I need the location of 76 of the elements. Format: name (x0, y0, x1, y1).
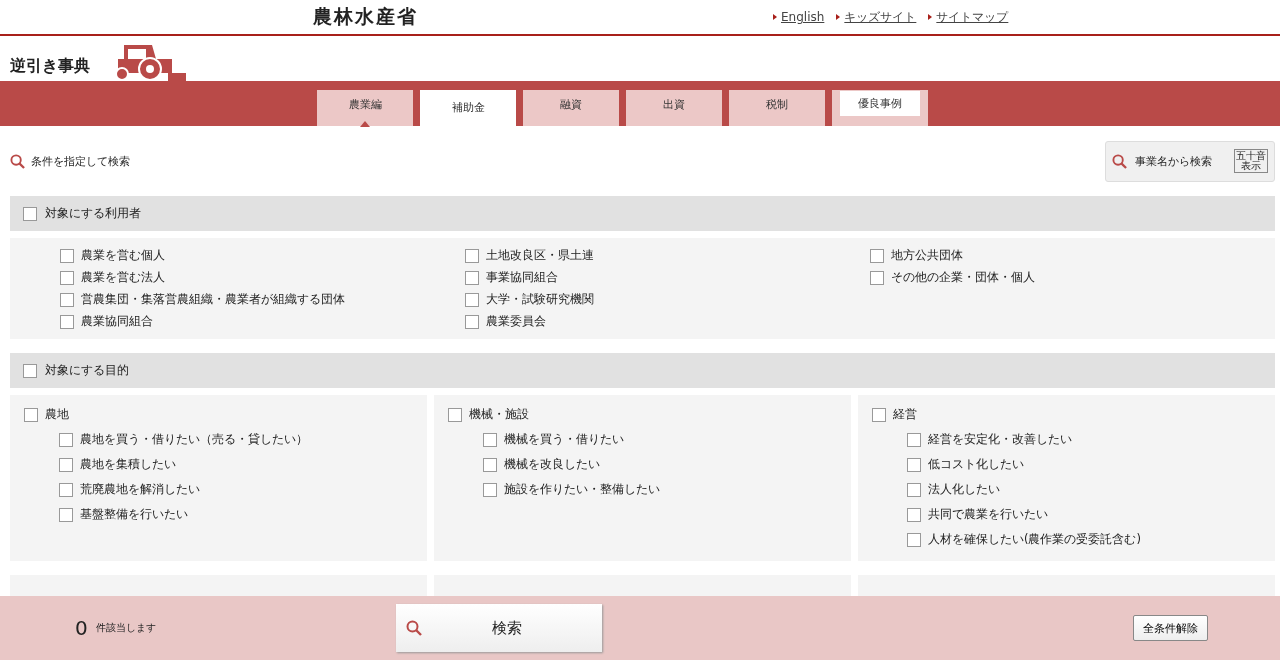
header-link[interactable]: サイトマップ (928, 8, 1009, 26)
checkbox[interactable] (465, 248, 479, 263)
checkbox[interactable] (60, 248, 74, 263)
option-label: 農業委員会 (486, 314, 546, 329)
checkbox[interactable] (907, 482, 921, 497)
checkbox[interactable] (23, 363, 37, 378)
checkbox[interactable] (872, 407, 886, 422)
search-heading: 条件を指定して検索 (10, 153, 130, 169)
option-label: 土地改良区・県土連 (486, 248, 594, 263)
option-label: 農業協同組合 (81, 314, 153, 329)
option-label: 機械を改良したい (504, 457, 600, 472)
checkbox[interactable] (60, 292, 74, 307)
page-title: 逆引き事典 (10, 56, 90, 77)
checkbox[interactable] (60, 270, 74, 285)
category-label: 機械・施設 (469, 407, 529, 422)
option-label: 事業協同組合 (486, 270, 558, 285)
tab[interactable]: 補助金 (420, 90, 516, 126)
checkbox[interactable] (907, 457, 921, 472)
category-label: 農地 (45, 407, 69, 422)
checkbox[interactable] (465, 292, 479, 307)
checkbox[interactable] (465, 270, 479, 285)
checkbox[interactable] (907, 532, 921, 547)
tab[interactable]: 農業編 (317, 90, 413, 126)
search-icon (1112, 153, 1127, 169)
option-label: 共同で農業を行いたい (928, 507, 1048, 522)
tab[interactable]: 税制 (729, 90, 825, 126)
checkbox[interactable] (483, 432, 497, 447)
clear-all-button[interactable]: 全条件解除 (1133, 615, 1208, 641)
search-icon (10, 153, 25, 169)
result-count: 0 (75, 616, 88, 640)
checkbox[interactable] (483, 457, 497, 472)
checkbox[interactable] (907, 432, 921, 447)
result-count-label: 件該当します (95, 621, 157, 635)
option-label: 低コスト化したい (928, 457, 1024, 472)
checkbox[interactable] (870, 248, 884, 263)
header-link[interactable]: キッズサイト (836, 8, 917, 26)
option-label: 法人化したい (928, 482, 1000, 497)
option-label: 大学・試験研究機関 (486, 292, 594, 307)
option-label: 基盤整備を行いたい (80, 507, 188, 522)
pointer-icon (360, 121, 370, 127)
search-icon (405, 620, 422, 636)
search-button[interactable]: 検索 (395, 604, 602, 652)
header-link[interactable]: English (773, 8, 825, 26)
category-label: 経営 (893, 407, 917, 422)
option-label: 農地を買う・借りたい（売る・貸したい） (80, 432, 308, 447)
option-label: 農業を営む個人 (81, 248, 165, 263)
site-logo[interactable]: 農林水産省 (313, 4, 733, 30)
checkbox[interactable] (24, 407, 38, 422)
checkbox[interactable] (483, 482, 497, 497)
option-label: 施設を作りたい・整備したい (504, 482, 660, 497)
checkbox[interactable] (59, 507, 73, 522)
option-label: 農地を集積したい (80, 457, 176, 472)
option-label: 機械を買う・借りたい (504, 432, 624, 447)
checkbox[interactable] (59, 457, 73, 472)
name-search-button[interactable]: 事業名から検索 五十音 表示 (1105, 140, 1275, 182)
checkbox[interactable] (907, 507, 921, 522)
option-label: 農業を営む法人 (81, 270, 165, 285)
option-label: 人材を確保したい(農作業の受委託含む) (928, 532, 1141, 547)
checkbox[interactable] (23, 206, 37, 221)
syllabary-badge: 五十音 表示 (1234, 149, 1268, 173)
option-label: 荒廃農地を解消したい (80, 482, 200, 497)
checkbox[interactable] (448, 407, 462, 422)
checkbox[interactable] (60, 314, 74, 329)
checkbox[interactable] (870, 270, 884, 285)
option-label: 営農集団・集落営農組織・農業者が組織する団体 (81, 292, 345, 307)
tab[interactable]: 優良事例 (832, 90, 928, 126)
tab[interactable]: 出資 (626, 90, 722, 126)
section-label: 対象にする目的 (45, 362, 129, 379)
option-label: その他の企業・団体・個人 (891, 270, 1035, 285)
checkbox[interactable] (59, 482, 73, 497)
tab[interactable]: 融資 (523, 90, 619, 126)
option-label: 地方公共団体 (891, 248, 963, 263)
checkbox[interactable] (465, 314, 479, 329)
checkbox[interactable] (59, 432, 73, 447)
section-label: 対象にする利用者 (45, 205, 141, 222)
option-label: 経営を安定化・改善したい (928, 432, 1072, 447)
